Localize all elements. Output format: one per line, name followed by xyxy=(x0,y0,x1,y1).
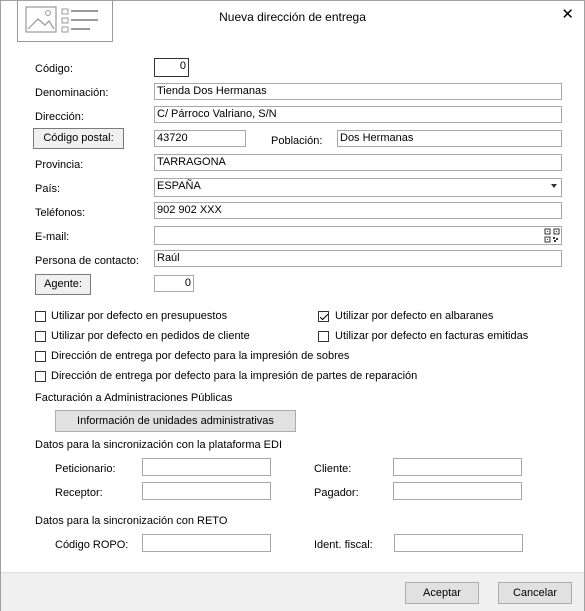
edi-heading: Datos para la sincronización con la plat… xyxy=(35,439,283,451)
receptor-field[interactable] xyxy=(142,482,271,500)
poblacion-label: Población: xyxy=(271,135,323,147)
dialog-window: Nueva dirección de entrega ✕ Código: 0 D… xyxy=(0,0,585,611)
checkbox-label-partes: Dirección de entrega por defecto para la… xyxy=(51,370,418,382)
denominacion-field[interactable]: Tienda Dos Hermanas xyxy=(154,83,562,100)
provincia-field[interactable]: TARRAGONA xyxy=(154,154,562,171)
checkbox-pedidos[interactable] xyxy=(35,331,46,342)
qr-code-icon[interactable] xyxy=(544,228,560,243)
address-card-icon xyxy=(17,1,113,42)
ident-fiscal-field[interactable] xyxy=(394,534,523,552)
direccion-label: Dirección: xyxy=(35,111,84,123)
reto-heading: Datos para la sincronización con RETO xyxy=(35,515,228,527)
direccion-field[interactable]: C/ Párroco Valriano, S/N xyxy=(154,106,562,123)
accept-button[interactable]: Aceptar xyxy=(405,582,479,604)
denominacion-label: Denominación: xyxy=(35,87,109,99)
checkbox-presupuestos[interactable] xyxy=(35,311,46,322)
checkbox-label-facturas: Utilizar por defecto en facturas emitida… xyxy=(335,330,529,342)
cliente-field[interactable] xyxy=(393,458,522,476)
ropo-label: Código ROPO: xyxy=(55,539,129,551)
peticionario-label: Peticionario: xyxy=(55,463,116,475)
pais-value: ESPAÑA xyxy=(157,180,201,192)
pais-select[interactable]: ESPAÑA xyxy=(154,178,562,197)
checkbox-label-sobres: Dirección de entrega por defecto para la… xyxy=(51,350,350,362)
checkbox-facturas[interactable] xyxy=(318,331,329,342)
provincia-label: Provincia: xyxy=(35,159,84,171)
facturacion-heading: Facturación a Administraciones Públicas xyxy=(35,392,233,404)
agente-button[interactable]: Agente: xyxy=(35,274,91,295)
checkbox-label-albaranes: Utilizar por defecto en albaranes xyxy=(335,310,494,322)
checkbox-label-presupuestos: Utilizar por defecto en presupuestos xyxy=(51,310,228,322)
cliente-label: Cliente: xyxy=(314,463,352,475)
chevron-down-icon[interactable] xyxy=(551,184,557,188)
checkbox-albaranes[interactable] xyxy=(318,311,329,322)
checkbox-sobres[interactable] xyxy=(35,351,46,362)
telefonos-field[interactable]: 902 902 XXX xyxy=(154,202,562,219)
unidades-administrativas-button[interactable]: Información de unidades administrativas xyxy=(55,410,296,432)
codigo-postal-button[interactable]: Código postal: xyxy=(33,128,124,149)
pais-label: País: xyxy=(35,183,61,195)
contacto-label: Persona de contacto: xyxy=(35,255,139,267)
cancel-button[interactable]: Cancelar xyxy=(498,582,572,604)
ident-fiscal-label: Ident. fiscal: xyxy=(314,539,373,551)
pagador-field[interactable] xyxy=(393,482,522,500)
ropo-field[interactable] xyxy=(142,534,271,552)
codigo-postal-field[interactable]: 43720 xyxy=(154,130,246,147)
telefonos-label: Teléfonos: xyxy=(35,207,86,219)
checkbox-partes[interactable] xyxy=(35,371,46,382)
agente-field[interactable]: 0 xyxy=(154,275,194,292)
email-label: E-mail: xyxy=(35,231,70,243)
close-icon[interactable]: ✕ xyxy=(561,5,574,23)
email-field[interactable] xyxy=(154,226,562,245)
codigo-label: Código: xyxy=(35,63,73,75)
poblacion-field[interactable]: Dos Hermanas xyxy=(337,130,562,147)
peticionario-field[interactable] xyxy=(142,458,271,476)
pagador-label: Pagador: xyxy=(314,487,359,499)
checkbox-label-pedidos: Utilizar por defecto en pedidos de clien… xyxy=(51,330,250,342)
codigo-field[interactable]: 0 xyxy=(154,58,189,77)
receptor-label: Receptor: xyxy=(55,487,103,499)
dialog-footer: Aceptar Cancelar xyxy=(1,572,584,611)
contacto-field[interactable]: Raúl xyxy=(154,250,562,267)
